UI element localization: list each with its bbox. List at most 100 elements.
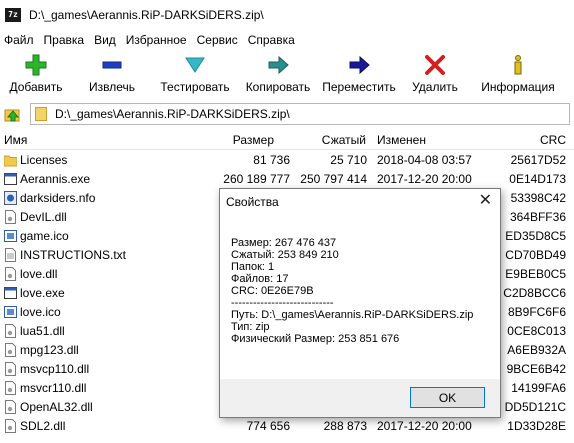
file-crc: 0E14D173	[509, 172, 566, 186]
prop-separator: ----------------------------	[231, 297, 334, 309]
file-crc: C2D8BCC6	[503, 286, 566, 300]
prop-physical-size: Физический Размер: 253 851 676	[231, 333, 400, 345]
copy-icon	[267, 54, 289, 76]
file-crc: A6EB932A	[507, 343, 566, 357]
menu-edit[interactable]: Правка	[40, 33, 91, 47]
file-size: 260 189 777	[223, 172, 290, 186]
ico-icon	[4, 306, 17, 318]
file-name: SDL2.dll	[20, 419, 66, 433]
file-packed: 288 873	[323, 419, 367, 433]
file-crc: 25617D52	[510, 153, 566, 167]
file-crc: CD70BD49	[505, 248, 566, 262]
file-name: Licenses	[20, 153, 68, 167]
title-bar: 7z D:\_games\Aerannis.RiP-DARKSiDERS.zip…	[0, 0, 574, 30]
folder-icon	[4, 155, 17, 167]
address-bar: D:\_games\Aerannis.RiP-DARKSiDERS.zip\	[0, 102, 574, 126]
file-size: 81 736	[253, 153, 290, 167]
file-name: Aerannis.exe	[20, 172, 91, 186]
app-icon: 7z	[5, 8, 21, 22]
dll-icon	[5, 210, 16, 224]
path-text: D:\_games\Aerannis.RiP-DARKSiDERS.zip\	[55, 107, 290, 121]
file-name: DevIL.dll	[20, 210, 67, 224]
table-row[interactable]: Aerannis.exe 260 189 777 250 797 414 201…	[0, 170, 574, 189]
column-modified[interactable]: Изменен	[377, 133, 426, 147]
up-folder-button[interactable]	[2, 103, 24, 125]
menu-help[interactable]: Справка	[244, 33, 301, 47]
prop-packed: Сжатый: 253 849 210	[231, 249, 339, 261]
nfo-icon	[4, 191, 17, 205]
properties-dialog: Свойства ✕ Размер: 267 476 437 Сжатый: 2…	[219, 188, 501, 418]
dll-icon	[5, 419, 16, 433]
delete-button[interactable]: Удалить	[400, 50, 470, 100]
info-button[interactable]: Информация	[470, 50, 566, 100]
move-icon	[348, 54, 370, 76]
add-icon	[25, 54, 47, 76]
exe-icon	[4, 287, 17, 299]
prop-path: Путь: D:\_games\Aerannis.RiP-DARKSiDERS.…	[231, 309, 474, 321]
menu-tools[interactable]: Сервис	[193, 33, 244, 47]
info-label: Информация	[481, 80, 555, 94]
file-size: 774 656	[246, 419, 290, 433]
file-crc: 9BCE6B42	[506, 362, 566, 376]
delete-icon	[424, 54, 446, 76]
file-name: love.dll	[20, 267, 58, 281]
file-name: darksiders.nfo	[20, 191, 96, 205]
dll-icon	[5, 381, 16, 395]
file-packed: 25 710	[330, 153, 367, 167]
dll-icon	[5, 362, 16, 376]
exe-icon	[4, 173, 17, 185]
test-button[interactable]: Тестировать	[152, 50, 238, 100]
dll-icon	[5, 400, 16, 414]
add-label: Добавить	[9, 80, 63, 94]
ok-button[interactable]: OK	[410, 387, 485, 408]
info-icon	[507, 54, 529, 76]
file-packed: 250 797 414	[300, 172, 367, 186]
file-name: love.exe	[20, 286, 65, 300]
ico-icon	[4, 230, 17, 242]
menu-favorites[interactable]: Избранное	[122, 33, 193, 47]
extract-icon	[101, 54, 123, 76]
column-crc[interactable]: CRC	[540, 133, 566, 147]
prop-files: Файлов: 17	[231, 273, 289, 285]
column-size[interactable]: Размер	[233, 133, 274, 147]
file-modified: 2017-12-20 20:00	[377, 419, 472, 433]
properties-text: Размер: 267 476 437 Сжатый: 253 849 210 …	[231, 237, 473, 345]
file-crc: DD5D121C	[504, 400, 566, 414]
table-row[interactable]: SDL2.dll 774 656 288 873 2017-12-20 20:0…	[0, 417, 574, 436]
file-crc: 1D33D28E	[507, 419, 566, 433]
copy-label: Копировать	[245, 80, 311, 94]
file-name: msvcr110.dll	[20, 381, 87, 395]
menu-file[interactable]: Файл	[0, 33, 40, 47]
path-input[interactable]: D:\_games\Aerannis.RiP-DARKSiDERS.zip\	[30, 103, 570, 125]
menu-view[interactable]: Вид	[90, 33, 122, 47]
file-name: mpg123.dll	[20, 343, 79, 357]
table-row[interactable]: Licenses 81 736 25 710 2018-04-08 03:57 …	[0, 151, 574, 170]
prop-crc: CRC: 0E26E79B	[231, 285, 314, 297]
prop-folders: Папок: 1	[231, 261, 275, 273]
txt-icon	[5, 248, 16, 262]
file-crc: ED35D8C5	[505, 229, 566, 243]
zip-icon	[35, 107, 47, 121]
prop-type: Тип: zip	[231, 321, 270, 333]
prop-size: Размер: 267 476 437	[231, 237, 337, 249]
dialog-title-bar: Свойства ✕	[220, 189, 500, 215]
file-name: msvcp110.dll	[20, 362, 90, 376]
column-name[interactable]: Имя	[4, 133, 27, 147]
toolbar: Добавить Извлечь Тестировать Копировать …	[0, 50, 574, 100]
file-name: game.ico	[20, 229, 69, 243]
move-label: Переместить	[322, 80, 396, 94]
add-button[interactable]: Добавить	[0, 50, 72, 100]
move-button[interactable]: Переместить	[318, 50, 400, 100]
dll-icon	[5, 324, 16, 338]
file-name: lua51.dll	[20, 324, 65, 338]
delete-label: Удалить	[412, 80, 458, 94]
file-modified: 2017-12-20 20:00	[377, 172, 472, 186]
copy-button[interactable]: Копировать	[238, 50, 318, 100]
test-label: Тестировать	[160, 80, 230, 94]
file-name: INSTRUCTIONS.txt	[20, 248, 127, 262]
close-icon[interactable]: ✕	[479, 192, 492, 210]
dialog-body: Размер: 267 476 437 Сжатый: 253 849 210 …	[220, 215, 500, 379]
up-arrow-icon	[4, 109, 20, 122]
extract-button[interactable]: Извлечь	[72, 50, 152, 100]
column-packed[interactable]: Сжатый	[322, 133, 366, 147]
